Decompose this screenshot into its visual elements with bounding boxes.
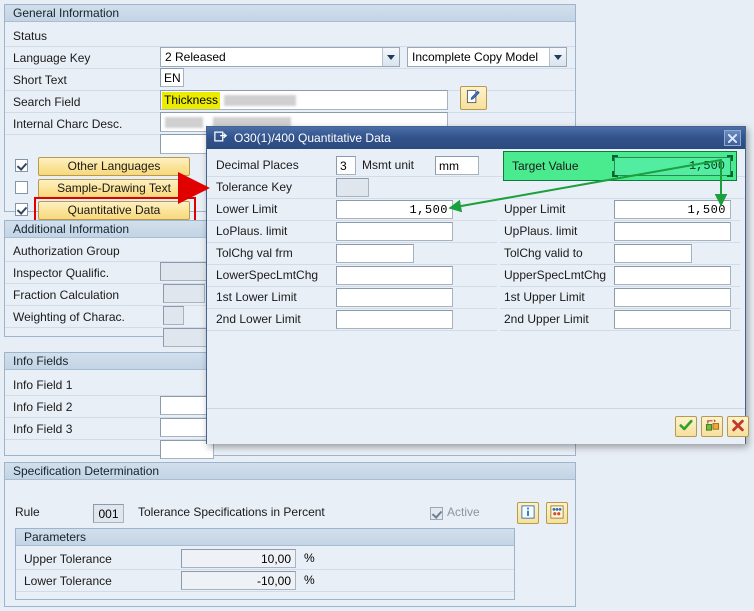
quantitative-data-dialog: O30(1)/400 Quantitative Data Decimal Pla… [206, 126, 749, 444]
parameters-title: Parameters [16, 529, 514, 546]
rule-info-button-2[interactable] [517, 502, 539, 524]
lowerspeclmtchg-input[interactable] [336, 266, 453, 285]
label-info-field-2: Info Field 2 [13, 400, 73, 414]
sample-drawing-text-button[interactable]: Sample-Drawing Text [38, 179, 190, 198]
upplaus-limit-input[interactable] [614, 222, 731, 241]
other-languages-button[interactable]: Other Languages [38, 157, 190, 176]
upper-tolerance-unit: % [304, 551, 315, 565]
label-msmt-unit: Msmt unit [362, 158, 415, 172]
dialog-title-bar: O30(1)/400 Quantitative Data [207, 127, 745, 149]
details-icon [550, 504, 564, 522]
info-icon [521, 504, 535, 522]
parameters-group: Parameters Upper Tolerance % Lower Toler… [15, 528, 515, 600]
upperspeclmtchg-input[interactable] [614, 266, 731, 285]
label-tolchg-val-frm: TolChg val frm [216, 246, 293, 260]
label-weighting-of-charac: Weighting of Charac. [13, 310, 125, 324]
green-check-icon [679, 419, 693, 435]
upper-limit-input[interactable]: 1,500 [614, 200, 731, 219]
label-search-field: Search Field [13, 95, 81, 109]
checkbox-sample-drawing-text[interactable] [15, 181, 28, 194]
label-decimal-places: Decimal Places [216, 158, 299, 172]
specification-determination-title: Specification Determination [5, 463, 575, 480]
label-lowerspeclmtchg: LowerSpecLmtChg [216, 268, 319, 282]
label-1st-lower-limit: 1st Lower Limit [216, 290, 297, 304]
copy-enter-icon [705, 418, 720, 435]
label-1st-upper-limit: 1st Upper Limit [504, 290, 585, 304]
row-short-text: Short Text [5, 69, 575, 91]
label-authorization-group: Authorization Group [13, 244, 120, 258]
tolchg-val-frm-input[interactable] [336, 244, 414, 263]
checkbox-other-languages[interactable] [15, 159, 28, 172]
active-checkbox [430, 507, 443, 520]
dialog-close-button[interactable] [724, 130, 741, 146]
row-status: Status [5, 25, 575, 47]
loplaus-limit-input[interactable] [336, 222, 453, 241]
label-tolerance-key: Tolerance Key [216, 180, 293, 194]
label-info-field-3: Info Field 3 [13, 422, 73, 436]
target-value-input[interactable]: 1,500 [614, 157, 731, 176]
upper-tolerance-input[interactable] [181, 549, 296, 568]
label-inspector-qualific: Inspector Qualific. [13, 266, 110, 280]
label-upplaus-limit: UpPlaus. limit [504, 224, 578, 238]
active-label: Active [447, 505, 480, 519]
label-target-value: Target Value [512, 159, 579, 173]
continue-button[interactable] [675, 416, 697, 437]
rule-details-button[interactable] [546, 502, 568, 524]
decimal-places-input[interactable] [336, 156, 356, 175]
first-lower-limit-input[interactable] [336, 288, 453, 307]
label-short-text: Short Text [13, 73, 67, 87]
label-2nd-lower-limit: 2nd Lower Limit [216, 312, 301, 326]
target-value-highlight: Target Value 1,500 [503, 151, 737, 181]
red-x-icon [731, 419, 745, 435]
lower-tolerance-input[interactable] [181, 571, 296, 590]
label-2nd-upper-limit: 2nd Upper Limit [504, 312, 589, 326]
second-lower-limit-input[interactable] [336, 310, 453, 329]
label-language-key: Language Key [13, 51, 91, 65]
lower-limit-input[interactable]: 1,500 [336, 200, 453, 219]
lower-tolerance-unit: % [304, 573, 315, 587]
tolerance-key-input[interactable] [336, 178, 369, 197]
tolchg-valid-to-input[interactable] [614, 244, 692, 263]
copy-button[interactable] [701, 416, 723, 437]
label-status: Status [13, 29, 48, 43]
rule-description: Tolerance Specifications in Percent [138, 505, 325, 519]
dialog-window-icon [214, 130, 228, 146]
rule-input[interactable] [93, 504, 124, 523]
label-fraction-calculation: Fraction Calculation [13, 288, 120, 302]
first-upper-limit-input[interactable] [614, 288, 731, 307]
general-information-title: General Information [5, 5, 575, 22]
cancel-button[interactable] [727, 416, 749, 437]
label-info-field-1: Info Field 1 [13, 378, 73, 392]
label-tolchg-valid-to: TolChg valid to [504, 246, 583, 260]
second-upper-limit-input[interactable] [614, 310, 731, 329]
msmt-unit-input[interactable] [435, 156, 479, 175]
label-upperspeclmtchg: UpperSpecLmtChg [504, 268, 607, 282]
label-lower-tolerance: Lower Tolerance [24, 574, 112, 588]
row-search-field: Search Field [5, 91, 575, 113]
label-upper-limit: Upper Limit [504, 202, 566, 216]
label-rule: Rule [15, 505, 40, 519]
checkbox-quantitative-data[interactable] [15, 203, 28, 216]
specification-determination-group: Specification Determination Rule Toleran… [4, 462, 576, 607]
label-upper-tolerance: Upper Tolerance [24, 552, 112, 566]
dialog-footer [207, 408, 749, 444]
label-internal-charc-desc: Internal Charc Desc. [13, 117, 123, 131]
label-loplaus-limit: LoPlaus. limit [216, 224, 288, 238]
row-language-key: Language Key [5, 47, 575, 69]
label-lower-limit: Lower Limit [216, 202, 278, 216]
dialog-title: O30(1)/400 Quantitative Data [234, 131, 391, 145]
